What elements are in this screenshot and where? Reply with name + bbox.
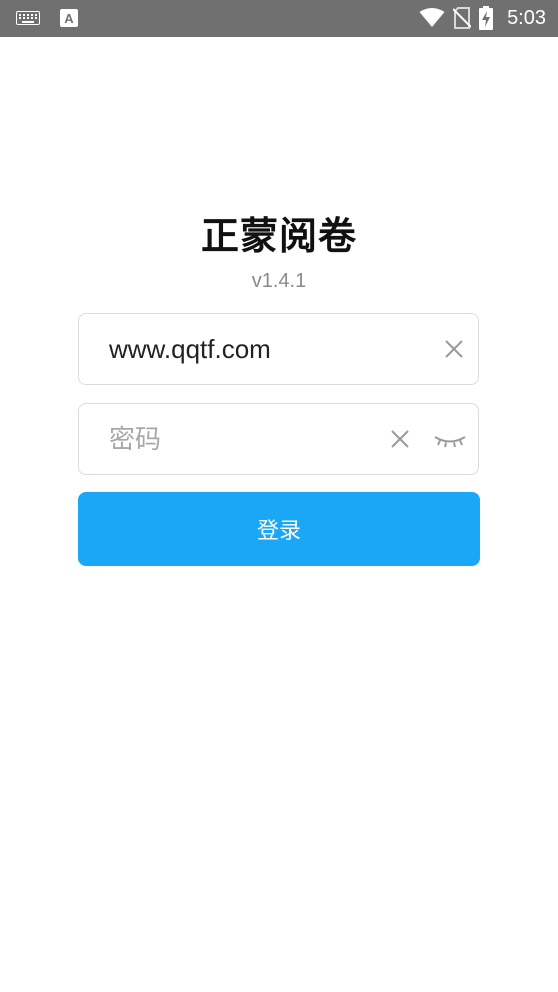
clear-username-icon[interactable] xyxy=(442,337,466,361)
status-bar-right: 5:03 xyxy=(419,6,546,30)
username-field[interactable] xyxy=(78,313,479,385)
status-bar: A 5:03 xyxy=(0,0,558,37)
eye-closed-icon[interactable] xyxy=(432,432,468,450)
battery-charging-icon xyxy=(479,6,494,30)
password-field[interactable] xyxy=(78,403,479,475)
clear-password-icon[interactable] xyxy=(388,427,412,451)
app-version: v1.4.1 xyxy=(251,270,307,292)
login-button[interactable]: 登录 xyxy=(78,492,480,566)
status-bar-left: A xyxy=(16,8,78,28)
text-input-icon: A xyxy=(60,9,78,27)
no-sim-icon xyxy=(453,7,472,29)
svg-text:A: A xyxy=(64,11,74,26)
app-title: 正蒙阅卷 xyxy=(200,214,357,258)
username-input[interactable] xyxy=(109,314,409,384)
wifi-icon xyxy=(419,8,445,28)
status-time: 5:03 xyxy=(507,6,546,29)
keyboard-icon xyxy=(16,11,40,25)
password-input[interactable] xyxy=(109,404,409,474)
